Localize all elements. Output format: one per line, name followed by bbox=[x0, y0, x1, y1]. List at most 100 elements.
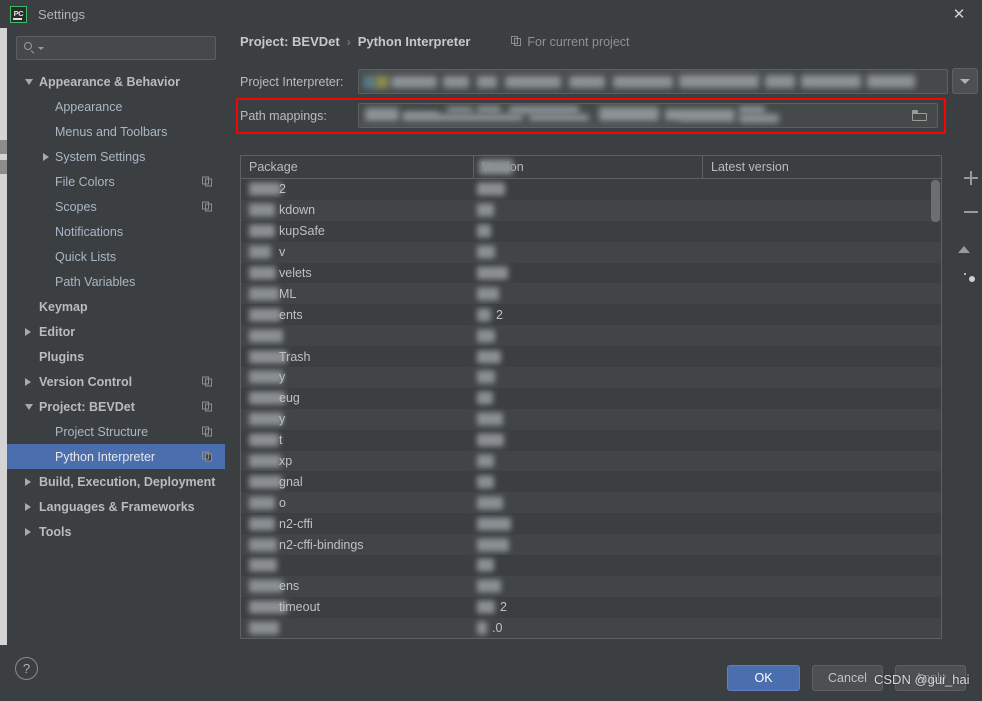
table-row[interactable] bbox=[241, 555, 941, 576]
table-row[interactable]: kupSafe bbox=[241, 221, 941, 242]
sidebar-item-path-variables[interactable]: Path Variables bbox=[7, 269, 225, 294]
sidebar-item-plugins[interactable]: Plugins bbox=[7, 344, 225, 369]
latest-version-cell bbox=[703, 430, 941, 451]
table-row[interactable]: kdown bbox=[241, 200, 941, 221]
version-cell: .0 bbox=[474, 618, 703, 638]
sidebar-item-label: Appearance bbox=[55, 100, 122, 114]
uninstall-package-button[interactable] bbox=[953, 195, 975, 215]
table-row[interactable]: y bbox=[241, 409, 941, 430]
version-cell bbox=[474, 367, 703, 388]
version-cell bbox=[474, 430, 703, 451]
redacted-overlay bbox=[477, 475, 494, 488]
table-row[interactable]: ens bbox=[241, 576, 941, 597]
sidebar-item-label: Plugins bbox=[39, 350, 84, 364]
table-row[interactable]: 2 bbox=[241, 179, 941, 200]
sidebar-item-label: Appearance & Behavior bbox=[39, 75, 180, 89]
redacted-overlay bbox=[249, 183, 281, 196]
sidebar-item-version-control[interactable]: Version Control bbox=[7, 369, 225, 394]
table-row[interactable]: velets bbox=[241, 263, 941, 284]
column-header-version[interactable]: Version bbox=[474, 156, 703, 178]
package-name: ents bbox=[279, 308, 303, 322]
version-value: 2 bbox=[500, 600, 507, 614]
sidebar-item-menus-and-toolbars[interactable]: Menus and Toolbars bbox=[7, 119, 225, 144]
latest-version-cell bbox=[703, 325, 941, 346]
sidebar-item-editor[interactable]: Editor bbox=[7, 319, 225, 344]
breadcrumb-separator: › bbox=[347, 35, 351, 49]
redacted-overlay bbox=[249, 204, 275, 217]
redacted-overlay bbox=[479, 160, 513, 175]
sidebar-item-quick-lists[interactable]: Quick Lists bbox=[7, 244, 225, 269]
version-cell bbox=[474, 283, 703, 304]
version-value: .0 bbox=[492, 621, 502, 635]
redacted-overlay bbox=[477, 580, 501, 593]
close-icon[interactable]: ✕ bbox=[936, 0, 982, 28]
table-row[interactable] bbox=[241, 325, 941, 346]
package-name: gnal bbox=[279, 475, 303, 489]
package-name: t bbox=[279, 433, 282, 447]
table-row[interactable]: n2-cffi bbox=[241, 513, 941, 534]
sidebar-item-system-settings[interactable]: System Settings bbox=[7, 144, 225, 169]
table-row[interactable]: o bbox=[241, 492, 941, 513]
search-box[interactable] bbox=[16, 36, 216, 60]
interpreter-dropdown-button[interactable] bbox=[952, 68, 978, 94]
table-row[interactable]: y bbox=[241, 367, 941, 388]
table-row[interactable]: v bbox=[241, 242, 941, 263]
column-header-package[interactable]: Package bbox=[241, 156, 474, 178]
table-row[interactable]: xp bbox=[241, 451, 941, 472]
upgrade-package-button[interactable] bbox=[953, 229, 975, 249]
version-cell bbox=[474, 534, 703, 555]
package-name: y bbox=[279, 412, 285, 426]
sidebar-item-project-bevdet[interactable]: Project: BEVDet bbox=[7, 394, 225, 419]
table-row[interactable]: ents2 bbox=[241, 304, 941, 325]
package-name: 2 bbox=[279, 182, 286, 196]
search-input[interactable] bbox=[48, 41, 209, 55]
redacted-overlay bbox=[249, 580, 283, 593]
table-row[interactable]: gnal bbox=[241, 471, 941, 492]
column-header-latest-version[interactable]: Latest version bbox=[703, 156, 941, 178]
package-cell: ents bbox=[241, 304, 474, 325]
show-early-releases-button[interactable] bbox=[953, 263, 975, 283]
install-package-button[interactable] bbox=[953, 161, 975, 181]
sidebar-item-languages-frameworks[interactable]: Languages & Frameworks bbox=[7, 494, 225, 519]
sidebar-item-label: Build, Execution, Deployment bbox=[39, 475, 215, 489]
redacted-overlay bbox=[249, 225, 275, 238]
table-row[interactable]: ML bbox=[241, 283, 941, 304]
sidebar-item-file-colors[interactable]: File Colors bbox=[7, 169, 225, 194]
sidebar-item-appearance-behavior[interactable]: Appearance & Behavior bbox=[7, 69, 225, 94]
sidebar-item-keymap[interactable]: Keymap bbox=[7, 294, 225, 319]
sidebar-item-scopes[interactable]: Scopes bbox=[7, 194, 225, 219]
sidebar-item-notifications[interactable]: Notifications bbox=[7, 219, 225, 244]
sidebar-item-appearance[interactable]: Appearance bbox=[7, 94, 225, 119]
sidebar-item-build-execution-deployment[interactable]: Build, Execution, Deployment bbox=[7, 469, 225, 494]
redacted-overlay bbox=[477, 455, 494, 468]
sidebar-item-label: Version Control bbox=[39, 375, 132, 389]
help-button[interactable]: ? bbox=[15, 657, 38, 680]
package-cell: t bbox=[241, 430, 474, 451]
table-header-row: PackageVersionLatest version bbox=[241, 156, 941, 179]
folder-icon[interactable] bbox=[912, 110, 927, 122]
package-cell bbox=[241, 325, 474, 346]
table-row[interactable]: t bbox=[241, 430, 941, 451]
ok-button[interactable]: OK bbox=[727, 665, 800, 691]
table-scrollbar[interactable] bbox=[931, 180, 940, 222]
table-row[interactable]: Trash bbox=[241, 346, 941, 367]
chevron-right-icon bbox=[43, 153, 49, 161]
table-row[interactable]: timeout2 bbox=[241, 597, 941, 618]
sidebar-item-project-structure[interactable]: Project Structure bbox=[7, 419, 225, 444]
version-cell bbox=[474, 409, 703, 430]
cancel-button[interactable]: Cancel bbox=[812, 665, 883, 691]
package-cell: velets bbox=[241, 263, 474, 284]
redacted-overlay bbox=[249, 434, 279, 447]
sidebar-item-tools[interactable]: Tools bbox=[7, 519, 225, 544]
table-row[interactable]: .0 bbox=[241, 618, 941, 638]
path-mappings-field[interactable] bbox=[358, 103, 938, 128]
redacted-overlay bbox=[249, 267, 276, 280]
latest-version-cell bbox=[703, 242, 941, 263]
package-name: y bbox=[279, 370, 285, 384]
sidebar-item-python-interpreter[interactable]: Python Interpreter bbox=[7, 444, 225, 469]
redacted-overlay bbox=[477, 392, 493, 405]
project-interpreter-combobox[interactable] bbox=[358, 69, 948, 94]
breadcrumb-root[interactable]: Project: BEVDet bbox=[240, 34, 340, 49]
table-row[interactable]: n2-cffi-bindings bbox=[241, 534, 941, 555]
table-row[interactable]: eug bbox=[241, 388, 941, 409]
